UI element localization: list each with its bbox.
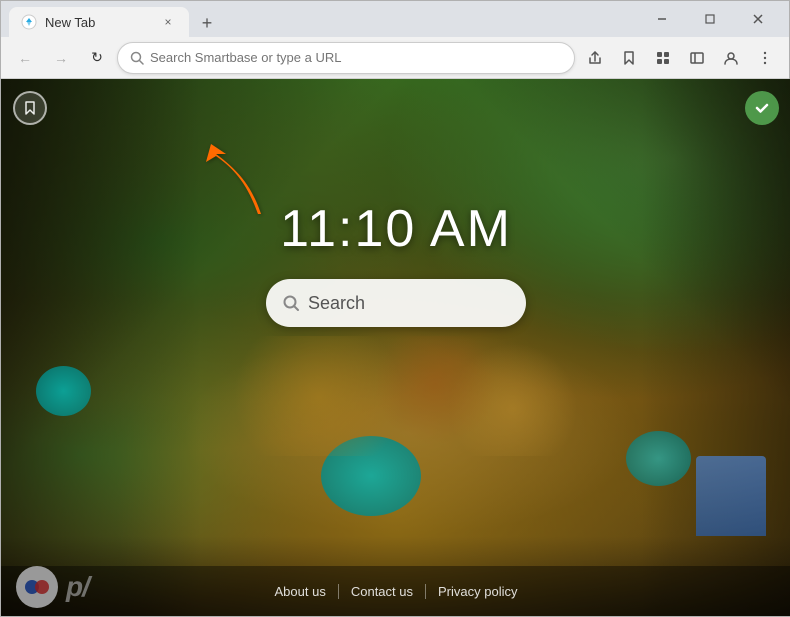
footer-about-link[interactable]: About us <box>263 584 339 599</box>
tab-favicon <box>21 14 37 30</box>
bottom-bar: About us Contact us Privacy policy <box>1 566 790 616</box>
footer-links: About us Contact us Privacy policy <box>263 584 530 599</box>
window-controls <box>639 1 781 37</box>
teal-object-medium <box>626 431 691 486</box>
browser-window: New Tab × + <box>0 0 790 617</box>
time-display: 11:10 AM <box>1 199 790 259</box>
url-input[interactable] <box>150 50 562 65</box>
toolbar: ← → ↻ <box>1 37 789 79</box>
search-container: Search <box>266 279 526 327</box>
browser-content: 11:10 AM Search <box>1 79 790 616</box>
profile-button[interactable] <box>715 42 747 74</box>
tab-area: New Tab × + <box>9 1 635 37</box>
food-market-area <box>201 336 591 456</box>
blue-basket <box>696 456 766 536</box>
search-icon <box>130 51 144 65</box>
close-button[interactable] <box>735 1 781 37</box>
back-button[interactable]: ← <box>9 42 41 74</box>
minimize-button[interactable] <box>639 1 685 37</box>
share-button[interactable] <box>579 42 611 74</box>
search-box[interactable]: Search <box>266 279 526 327</box>
bookmark-button[interactable] <box>613 42 645 74</box>
menu-button[interactable] <box>749 42 781 74</box>
maximize-button[interactable] <box>687 1 733 37</box>
title-bar: New Tab × + <box>1 1 789 37</box>
footer-privacy-link[interactable]: Privacy policy <box>426 584 529 599</box>
tab-close-button[interactable]: × <box>159 13 177 31</box>
footer-contact-link[interactable]: Contact us <box>339 584 426 599</box>
search-icon <box>282 294 300 312</box>
forward-button[interactable]: → <box>45 42 77 74</box>
refresh-button[interactable]: ↻ <box>81 42 113 74</box>
search-label: Search <box>308 293 365 314</box>
new-tab-button[interactable]: + <box>193 9 221 37</box>
active-tab[interactable]: New Tab × <box>9 7 189 37</box>
tab-title: New Tab <box>45 15 95 30</box>
teal-object-small <box>36 366 91 416</box>
toolbar-icons <box>579 42 781 74</box>
extensions-button[interactable] <box>647 42 679 74</box>
bookmark-circle-button[interactable] <box>13 91 47 125</box>
address-bar[interactable] <box>117 42 575 74</box>
check-circle-button[interactable] <box>745 91 779 125</box>
sidebar-button[interactable] <box>681 42 713 74</box>
